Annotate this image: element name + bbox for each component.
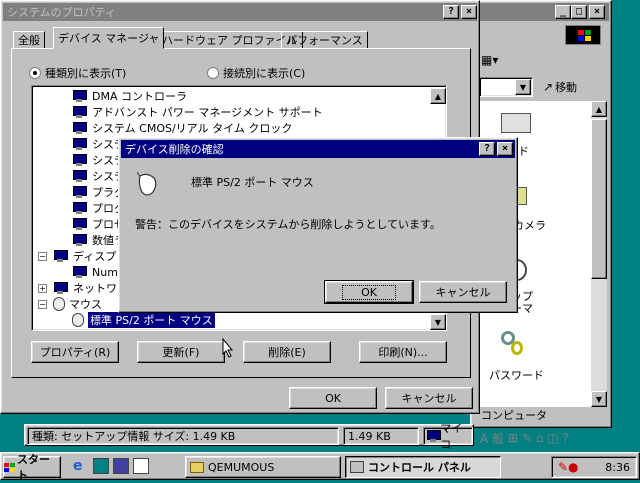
minimize-button[interactable]: _ xyxy=(555,5,571,19)
device-icon xyxy=(72,186,87,198)
device-icon xyxy=(72,122,87,134)
device-icon xyxy=(72,234,87,246)
ok-button[interactable]: OK xyxy=(289,387,377,409)
dialog-title: デバイス削除の確認 xyxy=(125,143,224,156)
refresh-button[interactable]: 更新(F) xyxy=(137,341,225,363)
dialog-titlebar: デバイス削除の確認 xyxy=(121,140,515,158)
dialog-cancel-button[interactable]: キャンセル xyxy=(419,281,507,303)
channels-icon[interactable] xyxy=(133,458,149,474)
tree-item-apm[interactable]: アドバンスト パワー マネージメント サポート xyxy=(72,104,323,120)
device-icon xyxy=(72,138,87,150)
mouse-icon xyxy=(72,313,84,327)
print-button[interactable]: 印刷(N)... xyxy=(359,341,447,363)
taskbar: スタート e QEMUMOUS コントロール パネル ✎● 8:36 xyxy=(0,452,640,482)
confirm-remove-dialog: デバイス削除の確認 ? × 標準 PS/2 ポート マウス 警告：このデバイスを… xyxy=(118,137,518,313)
tray-icon[interactable]: ✎● xyxy=(558,460,579,474)
status-computer: コンピュータ xyxy=(481,409,547,422)
device-icon xyxy=(72,154,87,166)
close-button[interactable]: × xyxy=(461,5,477,19)
warning-text: 警告：このデバイスをシステムから削除しようとしています。 xyxy=(135,218,441,231)
scroll-up-button[interactable]: ▲ xyxy=(591,101,607,117)
control-panel-icon xyxy=(350,461,364,473)
device-icon xyxy=(72,90,87,102)
display-adapter-icon xyxy=(72,266,87,278)
tab-device-manager[interactable]: デバイス マネージャ xyxy=(53,27,165,49)
help-button[interactable]: ? xyxy=(443,5,459,19)
tree-scroll-down[interactable]: ▼ xyxy=(430,314,446,330)
tree-item-dma[interactable]: DMA コントローラ xyxy=(72,88,187,104)
status-size: 1.49 KB xyxy=(343,427,419,445)
device-icon xyxy=(72,202,87,214)
tree-item-numb[interactable]: Numb xyxy=(72,264,125,280)
expand-icon[interactable]: + xyxy=(38,283,47,293)
ie-icon[interactable]: e xyxy=(73,458,89,474)
task-qemumous[interactable]: QEMUMOUS xyxy=(185,456,341,478)
ime-icon: ⊞ ✎ ⌂ ◫ ? xyxy=(508,431,569,445)
device-name: 標準 PS/2 ポート マウス xyxy=(191,176,314,189)
clock[interactable]: 8:36 xyxy=(605,461,630,474)
ime-toolbar[interactable]: A 般 ⊞ ✎ ⌂ ◫ ? xyxy=(476,428,640,448)
device-icon xyxy=(72,170,87,182)
password-label: パスワード xyxy=(489,369,544,382)
tab-general[interactable]: 全般 xyxy=(13,31,45,49)
system-tray: ✎● 8:36 xyxy=(551,456,637,478)
windows-logo-icon xyxy=(4,462,15,472)
view-icon[interactable]: ▦▾ xyxy=(481,53,498,67)
scroll-thumb[interactable] xyxy=(591,119,607,279)
system-properties-titlebar: システムのプロパティ xyxy=(3,3,477,21)
dialog-help-button[interactable]: ? xyxy=(479,142,495,156)
radio-by-connection[interactable]: 接続別に表示(C) xyxy=(207,65,305,81)
device-icon xyxy=(72,106,87,118)
mouse-icon xyxy=(53,297,65,311)
outlook-icon[interactable] xyxy=(113,458,129,474)
go-button[interactable]: ↗ 移動 xyxy=(543,79,577,95)
scroll-down-button[interactable]: ▼ xyxy=(591,391,607,407)
tab-performance[interactable]: パフォーマンス xyxy=(281,31,368,49)
status-info: 種類: セットアップ情報 サイズ: 1.49 KB xyxy=(27,427,339,445)
keyboard-icon[interactable] xyxy=(501,113,531,133)
keys-icon[interactable] xyxy=(501,331,527,359)
tree-item-cmos[interactable]: システム CMOS/リアル タイム クロック xyxy=(72,120,292,136)
status-computer: マイ コ xyxy=(423,422,473,451)
device-icon xyxy=(72,218,87,230)
windows-logo-icon xyxy=(565,25,601,45)
display-icon xyxy=(53,250,68,262)
tree-item-mouse[interactable]: − マウス xyxy=(38,296,102,312)
start-button[interactable]: スタート xyxy=(3,453,61,482)
tree-item-ps2-mouse[interactable]: 標準 PS/2 ポート マウス xyxy=(72,312,215,328)
properties-button[interactable]: プロパティ(R) xyxy=(31,341,119,363)
go-arrow-icon: ↗ xyxy=(543,80,554,94)
selected-label: 標準 PS/2 ポート マウス xyxy=(88,312,215,328)
mouse-cursor-icon xyxy=(222,338,234,358)
status-bar: 種類: セットアップ情報 サイズ: 1.49 KB 1.49 KB マイ コ xyxy=(24,422,474,451)
collapse-icon[interactable]: − xyxy=(38,251,47,261)
radio-by-type[interactable]: 種類別に表示(T) xyxy=(29,65,126,81)
cancel-button[interactable]: キャンセル xyxy=(385,387,473,409)
maximize-button[interactable]: □ xyxy=(571,5,587,19)
tree-scroll-up[interactable]: ▲ xyxy=(430,88,446,104)
quick-launch: e xyxy=(73,458,149,474)
mouse-icon xyxy=(137,171,157,198)
folder-icon xyxy=(190,461,204,473)
radio-by-connection-indicator xyxy=(207,67,219,79)
dialog-close-button[interactable]: × xyxy=(497,142,513,156)
dialog-ok-button[interactable]: OK xyxy=(324,280,414,304)
computer-icon xyxy=(426,430,442,442)
address-dropdown-button[interactable]: ▼ xyxy=(515,79,531,95)
task-control-panel[interactable]: コントロール パネル xyxy=(345,456,501,478)
remove-button[interactable]: 削除(E) xyxy=(243,341,331,363)
collapse-icon[interactable]: − xyxy=(38,299,47,309)
network-icon xyxy=(53,282,68,294)
desktop-icon[interactable] xyxy=(93,458,109,474)
radio-by-type-indicator xyxy=(29,67,41,79)
close-button[interactable]: × xyxy=(589,5,605,19)
